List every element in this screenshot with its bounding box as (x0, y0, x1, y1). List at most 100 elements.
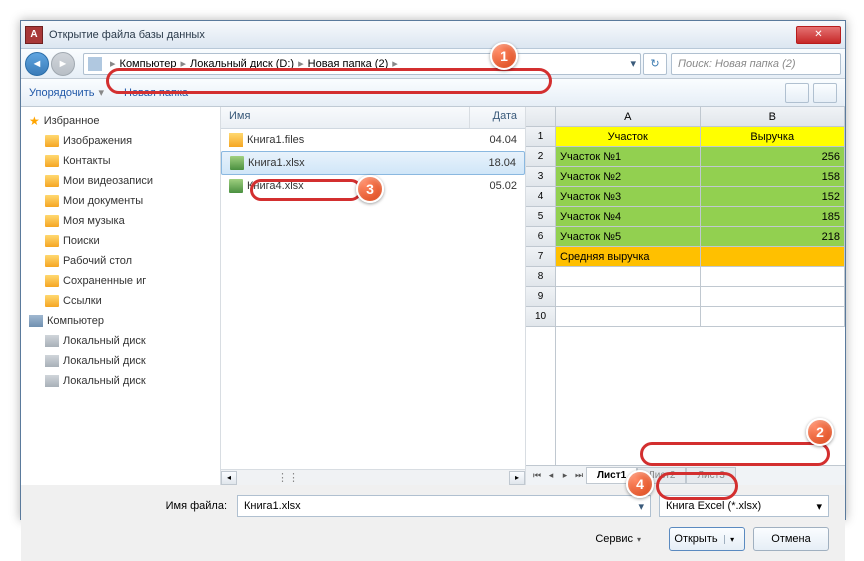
folder-icon (45, 295, 59, 307)
preview-cell[interactable]: 218 (701, 227, 846, 247)
sidebar-item[interactable]: Локальный диск (21, 371, 220, 391)
sidebar-item[interactable]: Моя музыка (21, 211, 220, 231)
annotation-ring (656, 472, 738, 500)
row-number[interactable]: 4 (526, 187, 555, 207)
preview-cell[interactable] (556, 287, 701, 307)
sidebar-item[interactable]: Рабочий стол (21, 251, 220, 271)
folder-icon (45, 235, 59, 247)
star-icon: ★ (29, 113, 40, 129)
file-row[interactable]: Книга1.files04.04 (221, 129, 525, 151)
sidebar-item[interactable]: Компьютер (21, 311, 220, 331)
preview-cell[interactable]: Участок (556, 127, 701, 147)
preview-cell[interactable]: Средняя выручка (556, 247, 701, 267)
chevron-down-icon[interactable]: ▾ (630, 57, 636, 70)
sidebar-item[interactable]: Ссылки (21, 291, 220, 311)
row-number[interactable]: 3 (526, 167, 555, 187)
annotation-badge: 3 (356, 175, 384, 203)
preview-cell[interactable]: 152 (701, 187, 846, 207)
folder-icon (45, 135, 59, 147)
sidebar-item-label: Локальный диск (63, 333, 146, 349)
tab-prev-icon[interactable]: ◂ (544, 470, 558, 481)
service-button[interactable]: Сервис▾ (595, 533, 641, 545)
dialog-title: Открытие файла базы данных (49, 29, 796, 41)
sidebar-item[interactable]: Локальный диск (21, 351, 220, 371)
column-header[interactable]: A (556, 107, 701, 127)
sidebar-item[interactable]: Изображения (21, 131, 220, 151)
sidebar-item[interactable]: Контакты (21, 151, 220, 171)
row-number[interactable]: 10 (526, 307, 555, 327)
row-number[interactable]: 9 (526, 287, 555, 307)
preview-cell[interactable]: Участок №5 (556, 227, 701, 247)
computer-icon (88, 57, 102, 71)
close-button[interactable]: ✕ (796, 26, 841, 44)
sidebar-item[interactable]: Мои видеозаписи (21, 171, 220, 191)
preview-cell[interactable]: Участок №1 (556, 147, 701, 167)
back-button[interactable]: ◄ (25, 52, 49, 76)
preview-cell[interactable]: 256 (701, 147, 846, 167)
preview-cell[interactable] (701, 267, 846, 287)
column-header-name[interactable]: Имя (221, 107, 470, 128)
column-header-date[interactable]: Дата (470, 107, 525, 128)
file-row[interactable]: Книга1.xlsx18.04 (221, 151, 525, 175)
row-number[interactable]: 1 (526, 127, 555, 147)
view-button[interactable] (785, 83, 809, 103)
filename-input[interactable]: Книга1.xlsx▾ (237, 495, 651, 517)
forward-button[interactable]: ► (51, 52, 75, 76)
sidebar-item[interactable]: Мои документы (21, 191, 220, 211)
row-number[interactable]: 7 (526, 247, 555, 267)
scroll-left-icon[interactable]: ◂ (221, 471, 237, 485)
app-icon: A (25, 26, 43, 44)
refresh-button[interactable]: ↻ (643, 53, 667, 75)
preview-cell[interactable]: Участок №4 (556, 207, 701, 227)
sidebar-item[interactable]: Локальный диск (21, 331, 220, 351)
preview-cell[interactable]: Участок №2 (556, 167, 701, 187)
preview-cell[interactable] (701, 287, 846, 307)
folder-icon (45, 155, 59, 167)
preview-cell[interactable]: 158 (701, 167, 846, 187)
sidebar-item-label: Компьютер (47, 313, 104, 329)
row-number[interactable]: 6 (526, 227, 555, 247)
row-number[interactable]: 2 (526, 147, 555, 167)
open-button[interactable]: Открыть▾ (669, 527, 745, 551)
tab-first-icon[interactable]: ⏮ (530, 470, 544, 481)
search-input[interactable]: Поиск: Новая папка (2) (671, 53, 841, 75)
preview-cell[interactable]: Выручка (701, 127, 846, 147)
annotation-badge: 1 (490, 42, 518, 70)
file-list-header: Имя Дата (221, 107, 525, 129)
file-icon (230, 156, 244, 170)
file-date: 18.04 (471, 155, 516, 171)
cancel-button[interactable]: Отмена (753, 527, 829, 551)
sidebar-item[interactable]: Поиски (21, 231, 220, 251)
preview-cell[interactable] (556, 307, 701, 327)
horizontal-scrollbar[interactable]: ◂ ⋮⋮ ▸ (221, 469, 525, 485)
chevron-down-icon[interactable]: ▾ (816, 500, 822, 513)
sidebar-item-label: Сохраненные иг (63, 273, 146, 289)
titlebar: A Открытие файла базы данных ✕ (21, 21, 845, 49)
help-button[interactable] (813, 83, 837, 103)
annotation-ring (250, 179, 362, 201)
preview-cell[interactable] (556, 267, 701, 287)
annotation-ring (640, 442, 830, 466)
sidebar-item[interactable]: Сохраненные иг (21, 271, 220, 291)
preview-cell[interactable] (701, 247, 846, 267)
row-number[interactable]: 8 (526, 267, 555, 287)
main-area: ★Избранное Изображения КонтактыМои видеоза… (21, 107, 845, 485)
preview-cell[interactable]: Участок №3 (556, 187, 701, 207)
file-icon (229, 133, 243, 147)
sidebar-item[interactable]: ★Избранное (21, 111, 220, 131)
tab-next-icon[interactable]: ▸ (558, 470, 572, 481)
chevron-down-icon[interactable]: ▾ (638, 500, 644, 513)
chevron-down-icon[interactable]: ▾ (724, 535, 740, 544)
sidebar-item-label: Моя музыка (63, 213, 125, 229)
row-number[interactable]: 5 (526, 207, 555, 227)
preview-cell[interactable] (701, 307, 846, 327)
column-header[interactable]: B (701, 107, 846, 127)
sidebar-item-label: Изображения (63, 133, 132, 149)
scroll-right-icon[interactable]: ▸ (509, 471, 525, 485)
sidebar-item-label: Ссылки (63, 293, 102, 309)
tab-last-icon[interactable]: ⏭ (572, 470, 586, 481)
annotation-badge: 2 (806, 418, 834, 446)
preview-cell[interactable]: 185 (701, 207, 846, 227)
file-date: 04.04 (472, 132, 517, 148)
organize-button[interactable]: Упорядочить▾ (29, 86, 104, 99)
